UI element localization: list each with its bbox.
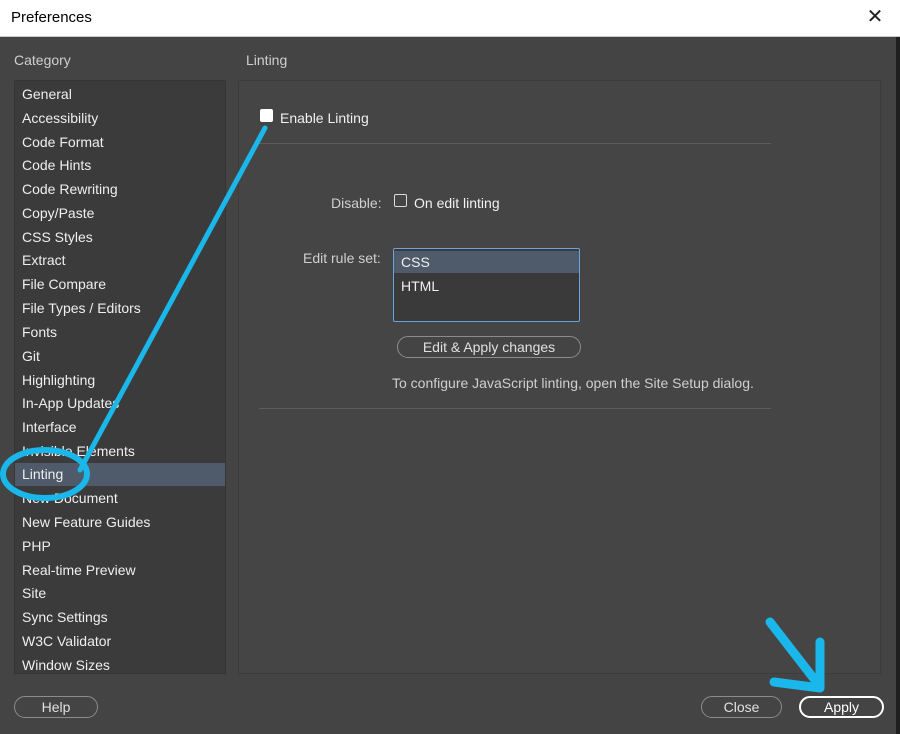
window-edge xyxy=(896,37,900,734)
disable-label: Disable: xyxy=(331,195,382,211)
category-item-code-rewriting[interactable]: Code Rewriting xyxy=(15,178,225,201)
on-edit-linting-checkbox[interactable] xyxy=(394,194,407,207)
category-item-interface[interactable]: Interface xyxy=(15,416,225,439)
category-item-code-hints[interactable]: Code Hints xyxy=(15,154,225,177)
category-item-general[interactable]: General xyxy=(15,83,225,106)
enable-linting-checkbox[interactable] xyxy=(260,109,273,122)
enable-linting-label: Enable Linting xyxy=(280,110,369,126)
apply-button[interactable]: Apply xyxy=(799,696,884,718)
category-item-copy-paste[interactable]: Copy/Paste xyxy=(15,202,225,225)
category-item-css-styles[interactable]: CSS Styles xyxy=(15,226,225,249)
category-item-php[interactable]: PHP xyxy=(15,535,225,558)
category-item-extract[interactable]: Extract xyxy=(15,249,225,272)
category-heading: Category xyxy=(14,52,71,68)
rule-set-css[interactable]: CSS xyxy=(394,251,579,273)
category-item-fonts[interactable]: Fonts xyxy=(15,321,225,344)
on-edit-linting-label: On edit linting xyxy=(414,195,500,211)
category-item-file-types-editors[interactable]: File Types / Editors xyxy=(15,297,225,320)
category-item-accessibility[interactable]: Accessibility xyxy=(15,107,225,130)
javascript-linting-note: To configure JavaScript linting, open th… xyxy=(392,375,754,391)
category-list[interactable]: General Accessibility Code Format Code H… xyxy=(14,80,226,674)
category-item-window-sizes[interactable]: Window Sizes xyxy=(15,654,225,677)
category-item-real-time-preview[interactable]: Real-time Preview xyxy=(15,559,225,582)
rule-set-list[interactable]: CSS HTML xyxy=(393,248,580,322)
category-item-new-document[interactable]: New Document xyxy=(15,487,225,510)
close-button[interactable]: Close xyxy=(701,696,782,718)
category-item-linting[interactable]: Linting xyxy=(15,463,225,486)
category-item-git[interactable]: Git xyxy=(15,345,225,368)
category-item-w3c-validator[interactable]: W3C Validator xyxy=(15,630,225,653)
rule-set-html[interactable]: HTML xyxy=(394,275,579,297)
category-item-in-app-updates[interactable]: In-App Updates xyxy=(15,392,225,415)
category-item-file-compare[interactable]: File Compare xyxy=(15,273,225,296)
window-title: Preferences xyxy=(11,9,92,26)
linting-panel: Enable Linting Disable: On edit linting … xyxy=(238,80,881,674)
divider xyxy=(259,408,771,409)
edit-apply-changes-button[interactable]: Edit & Apply changes xyxy=(397,336,581,358)
category-item-invisible-elements[interactable]: Invisible Elements xyxy=(15,440,225,463)
divider xyxy=(259,143,771,144)
pane-title: Linting xyxy=(246,52,288,68)
close-icon[interactable]: ✕ xyxy=(864,6,886,28)
preferences-dialog: Category General Accessibility Code Form… xyxy=(0,37,896,734)
category-item-highlighting[interactable]: Highlighting xyxy=(15,369,225,392)
category-item-sync-settings[interactable]: Sync Settings xyxy=(15,606,225,629)
category-item-code-format[interactable]: Code Format xyxy=(15,131,225,154)
rule-set-label: Edit rule set: xyxy=(303,250,381,266)
category-item-site[interactable]: Site xyxy=(15,582,225,605)
category-item-new-feature-guides[interactable]: New Feature Guides xyxy=(15,511,225,534)
help-button[interactable]: Help xyxy=(14,696,98,718)
title-bar: Preferences ✕ xyxy=(0,0,900,37)
